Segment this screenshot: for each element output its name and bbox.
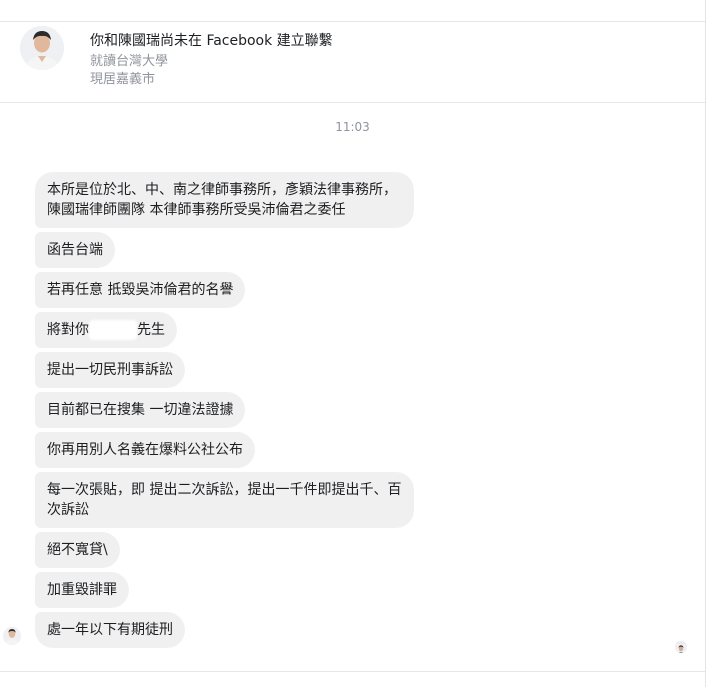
message-bubble[interactable]: 你再用別人名義在爆料公社公布 — [35, 432, 255, 468]
redacted-name — [89, 320, 137, 340]
message-bubble[interactable]: 函告台端 — [35, 232, 115, 268]
message-timestamp: 11:03 — [335, 120, 370, 134]
message-bubble[interactable]: 本所是位於北、中、南之律師事務所，彥穎法律事務所，陳國瑞律師團隊 本律師事務所受… — [35, 172, 414, 228]
message-bubble[interactable]: 若再任意 抵毀吳沛倫君的名譽 — [35, 272, 246, 308]
message-group: 本所是位於北、中、南之律師事務所，彥穎法律事務所，陳國瑞律師團隊 本律師事務所受… — [35, 172, 635, 652]
location-text: 現居嘉義市 — [90, 72, 156, 87]
message-bubble[interactable]: 加重毀誹罪 — [35, 572, 129, 608]
message-bubble[interactable]: 提出一切民刑事訴訟 — [35, 352, 185, 388]
seen-avatar-icon — [675, 641, 687, 653]
bottom-divider — [0, 671, 705, 672]
message-bubble[interactable]: 將對你 先生 — [35, 312, 177, 348]
connection-status-text: 你和陳國瑞尚未在 Facebook 建立聯繫 — [90, 33, 333, 49]
message-bubble[interactable]: 絕不寬貸\ — [35, 532, 120, 568]
contact-info-header: 你和陳國瑞尚未在 Facebook 建立聯繫 就讀台灣大學 現居嘉義市 — [0, 22, 705, 103]
conversation-panel: 你和陳國瑞尚未在 Facebook 建立聯繫 就讀台灣大學 現居嘉義市 11:0… — [0, 0, 706, 687]
profile-photo-icon[interactable] — [20, 26, 64, 70]
message-text: 將對你 — [47, 322, 89, 338]
message-text: 先生 — [137, 322, 165, 338]
education-text: 就讀台灣大學 — [90, 54, 169, 69]
message-bubble[interactable]: 處一年以下有期徒刑 — [35, 612, 185, 648]
message-bubble[interactable]: 目前都已在搜集 一切違法證據 — [35, 392, 246, 428]
sender-avatar-icon[interactable] — [3, 627, 21, 645]
message-bubble[interactable]: 每一次張貼，即 提出二次訴訟，提出一千件即提出千、百次訴訟 — [35, 472, 414, 528]
